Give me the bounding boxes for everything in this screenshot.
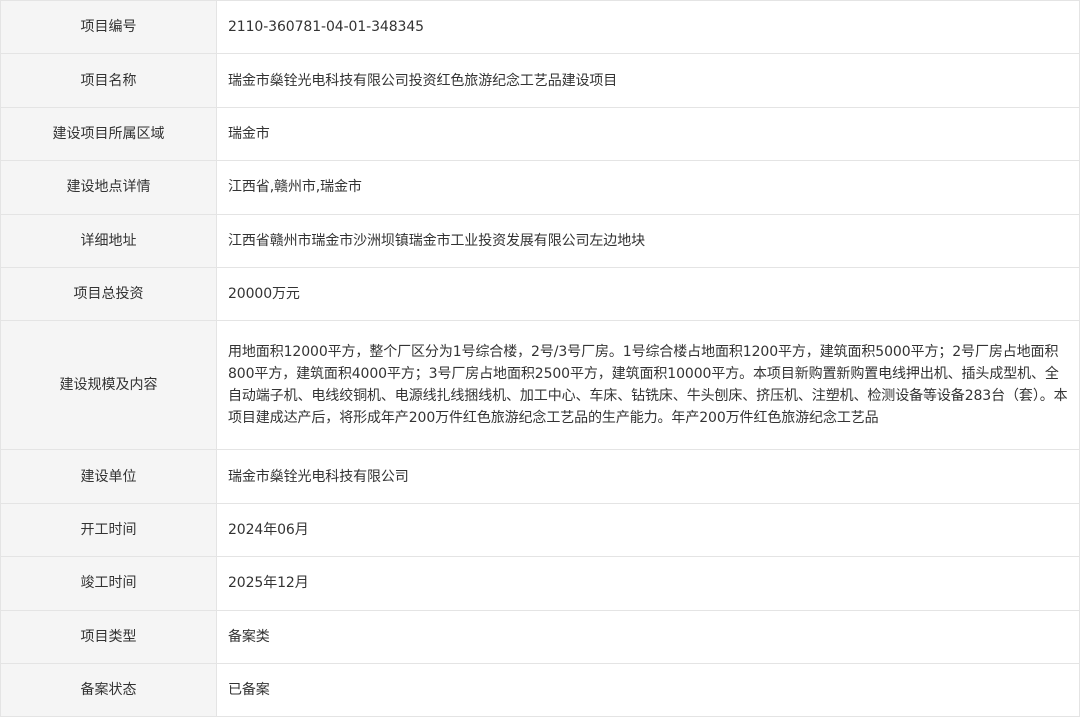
project-info-table: 项目编号 2110-360781-04-01-348345 项目名称 瑞金市燊铨… — [0, 0, 1080, 718]
table-row: 备案状态 已备案 — [0, 662, 1080, 718]
table-row: 项目类型 备案类 — [0, 609, 1080, 664]
table-row: 建设项目所属区域 瑞金市 — [0, 106, 1080, 162]
construction-unit-label: 建设单位 — [0, 449, 217, 504]
location-detail-value: 江西省,赣州市,瑞金市 — [216, 160, 1080, 215]
table-row: 项目总投资 20000万元 — [0, 266, 1080, 322]
table-row: 详细地址 江西省赣州市瑞金市沙洲坝镇瑞金市工业投资发展有限公司左边地块 — [0, 213, 1080, 268]
project-name-value: 瑞金市燊铨光电科技有限公司投资红色旅游纪念工艺品建设项目 — [216, 53, 1080, 108]
project-type-value: 备案类 — [216, 609, 1080, 664]
total-investment-label: 项目总投资 — [0, 266, 217, 322]
completion-date-label: 竣工时间 — [0, 556, 217, 611]
project-type-label: 项目类型 — [0, 609, 217, 664]
project-number-label: 项目编号 — [0, 0, 217, 55]
table-row: 建设规模及内容 用地面积12000平方，整个厂区分为1号综合楼，2号/3号厂房。… — [0, 320, 1080, 451]
location-detail-label: 建设地点详情 — [0, 160, 217, 215]
start-date-value: 2024年06月 — [216, 502, 1080, 558]
table-row: 建设地点详情 江西省,赣州市,瑞金市 — [0, 160, 1080, 215]
address-label: 详细地址 — [0, 213, 217, 268]
project-number-value: 2110-360781-04-01-348345 — [216, 0, 1080, 55]
filing-status-value: 已备案 — [216, 662, 1080, 718]
project-region-label: 建设项目所属区域 — [0, 106, 217, 162]
table-row: 开工时间 2024年06月 — [0, 502, 1080, 558]
table-row: 项目名称 瑞金市燊铨光电科技有限公司投资红色旅游纪念工艺品建设项目 — [0, 53, 1080, 108]
project-name-label: 项目名称 — [0, 53, 217, 108]
scope-content-label: 建设规模及内容 — [0, 320, 217, 451]
table-row: 项目编号 2110-360781-04-01-348345 — [0, 0, 1080, 55]
total-investment-value: 20000万元 — [216, 266, 1080, 322]
completion-date-value: 2025年12月 — [216, 556, 1080, 611]
table-row: 建设单位 瑞金市燊铨光电科技有限公司 — [0, 449, 1080, 504]
address-value: 江西省赣州市瑞金市沙洲坝镇瑞金市工业投资发展有限公司左边地块 — [216, 213, 1080, 268]
scope-content-value: 用地面积12000平方，整个厂区分为1号综合楼，2号/3号厂房。1号综合楼占地面… — [216, 320, 1080, 451]
filing-status-label: 备案状态 — [0, 662, 217, 718]
table-row: 竣工时间 2025年12月 — [0, 556, 1080, 611]
project-region-value: 瑞金市 — [216, 106, 1080, 162]
start-date-label: 开工时间 — [0, 502, 217, 558]
construction-unit-value: 瑞金市燊铨光电科技有限公司 — [216, 449, 1080, 504]
